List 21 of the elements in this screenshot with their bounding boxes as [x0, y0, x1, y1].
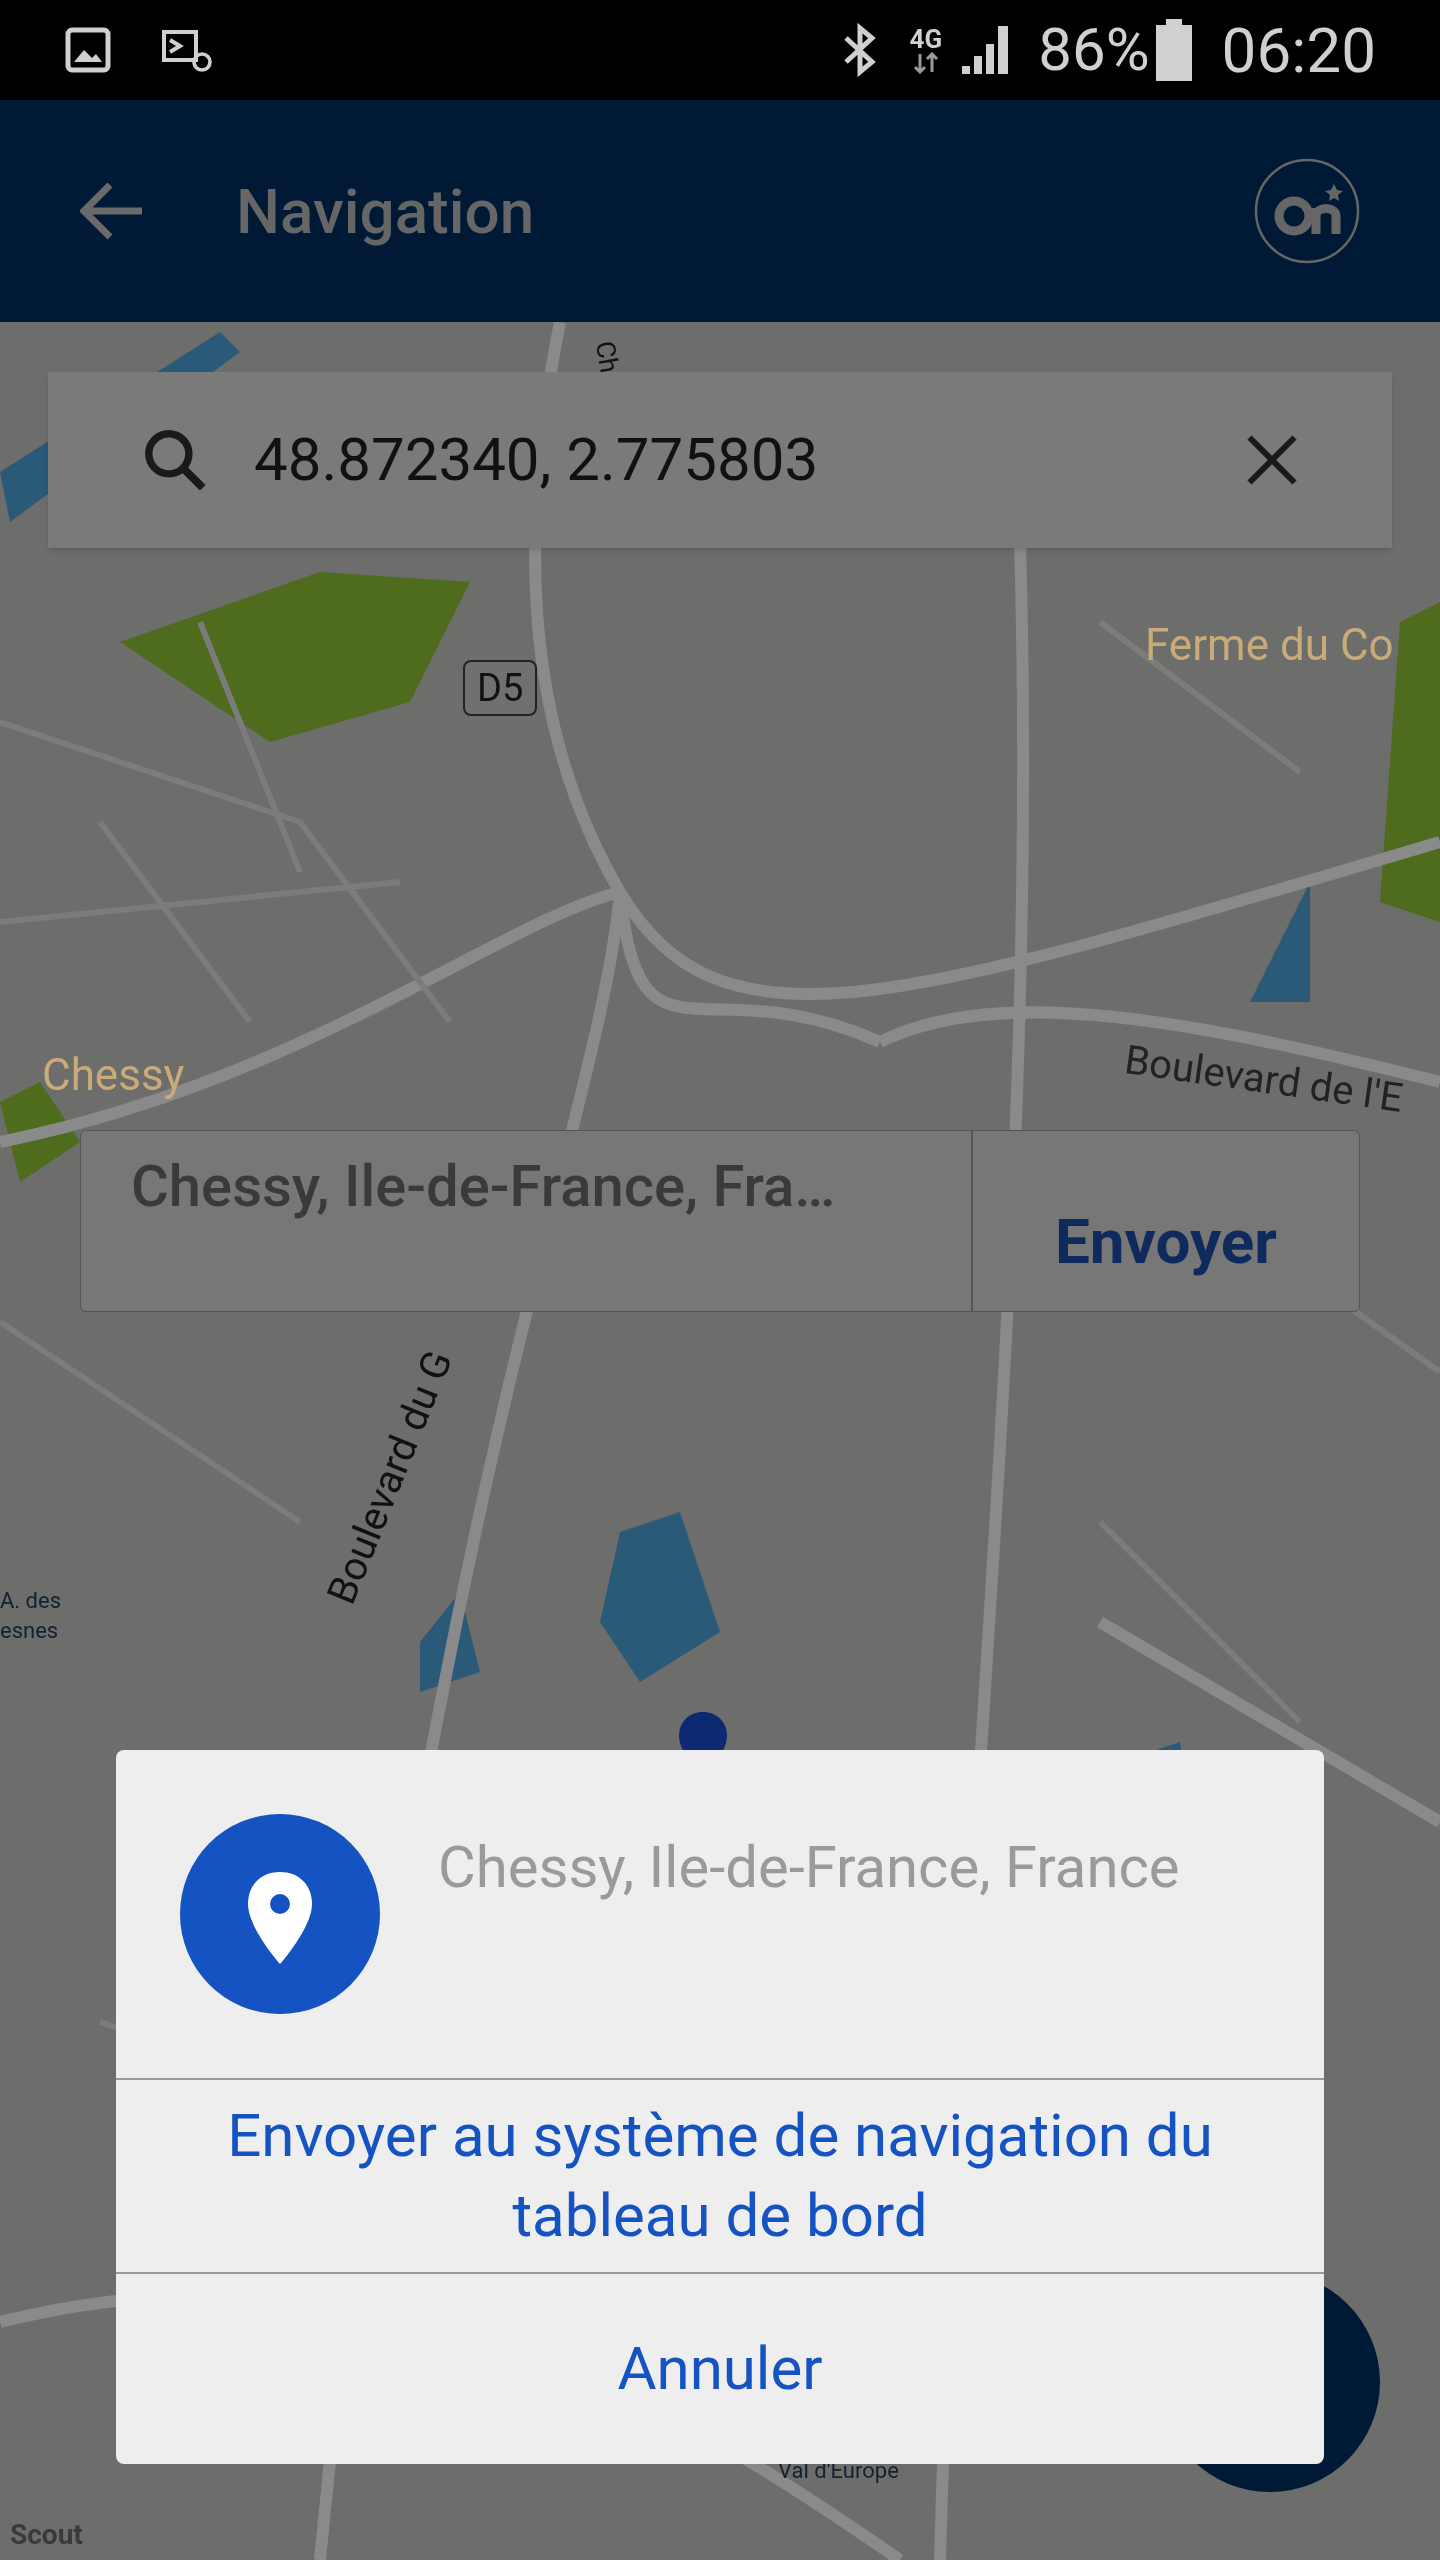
search-field[interactable]: 48.872340, 2.775803: [48, 372, 1392, 548]
road-number-sign: D5: [463, 660, 538, 716]
callout-address: Chessy, Ile-de-France, Fra…: [130, 1151, 837, 1222]
clock: 06:20: [1221, 12, 1376, 89]
battery-percentage: 86%: [1038, 13, 1150, 87]
screen-title: Navigation: [236, 173, 535, 250]
street-label: A. des: [0, 1587, 62, 1615]
place-label: Chessy: [42, 1048, 185, 1103]
place-label: Ferme du Co: [1145, 618, 1394, 673]
on-logo-icon[interactable]: [1254, 158, 1360, 264]
send-button[interactable]: Envoyer: [971, 1131, 1359, 1311]
street-label: esnes: [0, 1617, 59, 1645]
battery-icon: [1155, 19, 1192, 81]
dialog-action-button[interactable]: Annuler: [116, 2274, 1324, 2464]
search-value: 48.872340, 2.775803: [254, 423, 820, 497]
location-pin-icon: [180, 1814, 380, 2014]
image-icon: [64, 26, 112, 74]
network-type: 4G: [909, 26, 943, 52]
dialog-address: Chessy, Ile-de-France, France: [438, 1832, 1180, 1903]
street-label: Boulevard de l'E: [1120, 1035, 1407, 1124]
dialog-action-button[interactable]: Envoyer au système de navigation du tableau de bord: [116, 2080, 1324, 2274]
